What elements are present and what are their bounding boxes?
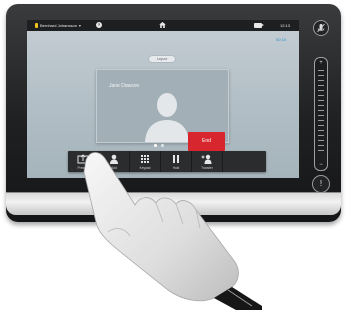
volume-tick <box>318 150 324 151</box>
volume-tick <box>318 75 324 76</box>
add-button[interactable]: Add <box>99 151 130 172</box>
add-person-icon <box>110 154 118 164</box>
volume-tick <box>318 125 324 126</box>
chevron-down-icon: ▾ <box>78 23 81 28</box>
hold-button[interactable]: Hold <box>161 151 192 172</box>
volume-up-icon[interactable]: + <box>315 60 327 66</box>
device-bezel-bottom <box>6 192 341 215</box>
volume-tick <box>318 95 324 96</box>
root: Bernhard Johansson ▾ ? 12:13 00:15 Layou… <box>0 0 345 310</box>
contact-name: Jane Dawson <box>109 83 140 89</box>
avatar-silhouette-icon <box>145 93 189 142</box>
mute-button[interactable] <box>313 20 329 36</box>
keypad-icon <box>141 155 149 163</box>
present-icon <box>77 154 89 164</box>
transfer-icon <box>201 154 212 164</box>
home-icon[interactable] <box>159 22 166 28</box>
transfer-label: Transfer <box>201 166 213 170</box>
clock-time: 12:13 <box>280 23 291 28</box>
add-label: Add <box>111 166 117 170</box>
pause-icon <box>173 155 179 163</box>
call-screen: Bernhard Johansson ▾ ? 12:13 00:15 Layou… <box>27 20 299 178</box>
help-button[interactable]: ? <box>96 22 102 28</box>
page-indicator <box>154 144 164 147</box>
keypad-button[interactable]: Keypad <box>130 151 161 172</box>
keypad-label: Keypad <box>139 166 151 170</box>
volume-tick <box>318 100 324 101</box>
microphone-muted-icon <box>317 23 325 33</box>
camera-icon[interactable] <box>254 23 264 28</box>
volume-slider[interactable]: + − <box>314 57 328 171</box>
alert-button[interactable]: ! <box>312 175 330 193</box>
volume-tick <box>318 105 324 106</box>
present-label: Present <box>77 166 89 170</box>
user-status-indicator <box>35 23 38 28</box>
volume-tick <box>318 145 324 146</box>
end-call-button[interactable]: End <box>188 132 225 151</box>
volume-tick <box>318 140 324 141</box>
call-toolbar: Present Add Keypad Hold Transfer <box>68 151 266 172</box>
volume-tick <box>318 135 324 136</box>
volume-tick <box>318 70 324 71</box>
volume-down-icon[interactable]: − <box>315 162 327 168</box>
page-dot[interactable] <box>154 144 157 147</box>
volume-tick <box>318 85 324 86</box>
hold-label: Hold <box>172 166 180 170</box>
user-name: Bernhard Johansson <box>40 23 77 28</box>
present-button[interactable]: Present <box>68 151 99 172</box>
call-duration: 00:15 <box>276 37 287 42</box>
volume-tick <box>318 120 324 121</box>
volume-tick <box>318 115 324 116</box>
transfer-button[interactable]: Transfer <box>192 151 223 172</box>
volume-tick <box>318 110 324 111</box>
volume-tick <box>318 130 324 131</box>
volume-tick <box>318 80 324 81</box>
status-bar: Bernhard Johansson ▾ ? 12:13 <box>27 20 299 31</box>
page-dot[interactable] <box>161 144 164 147</box>
side-controls: + − ! <box>306 20 334 196</box>
user-menu[interactable]: Bernhard Johansson ▾ <box>35 23 81 28</box>
volume-tick <box>318 90 324 91</box>
layout-pill[interactable]: Layout <box>149 56 175 62</box>
